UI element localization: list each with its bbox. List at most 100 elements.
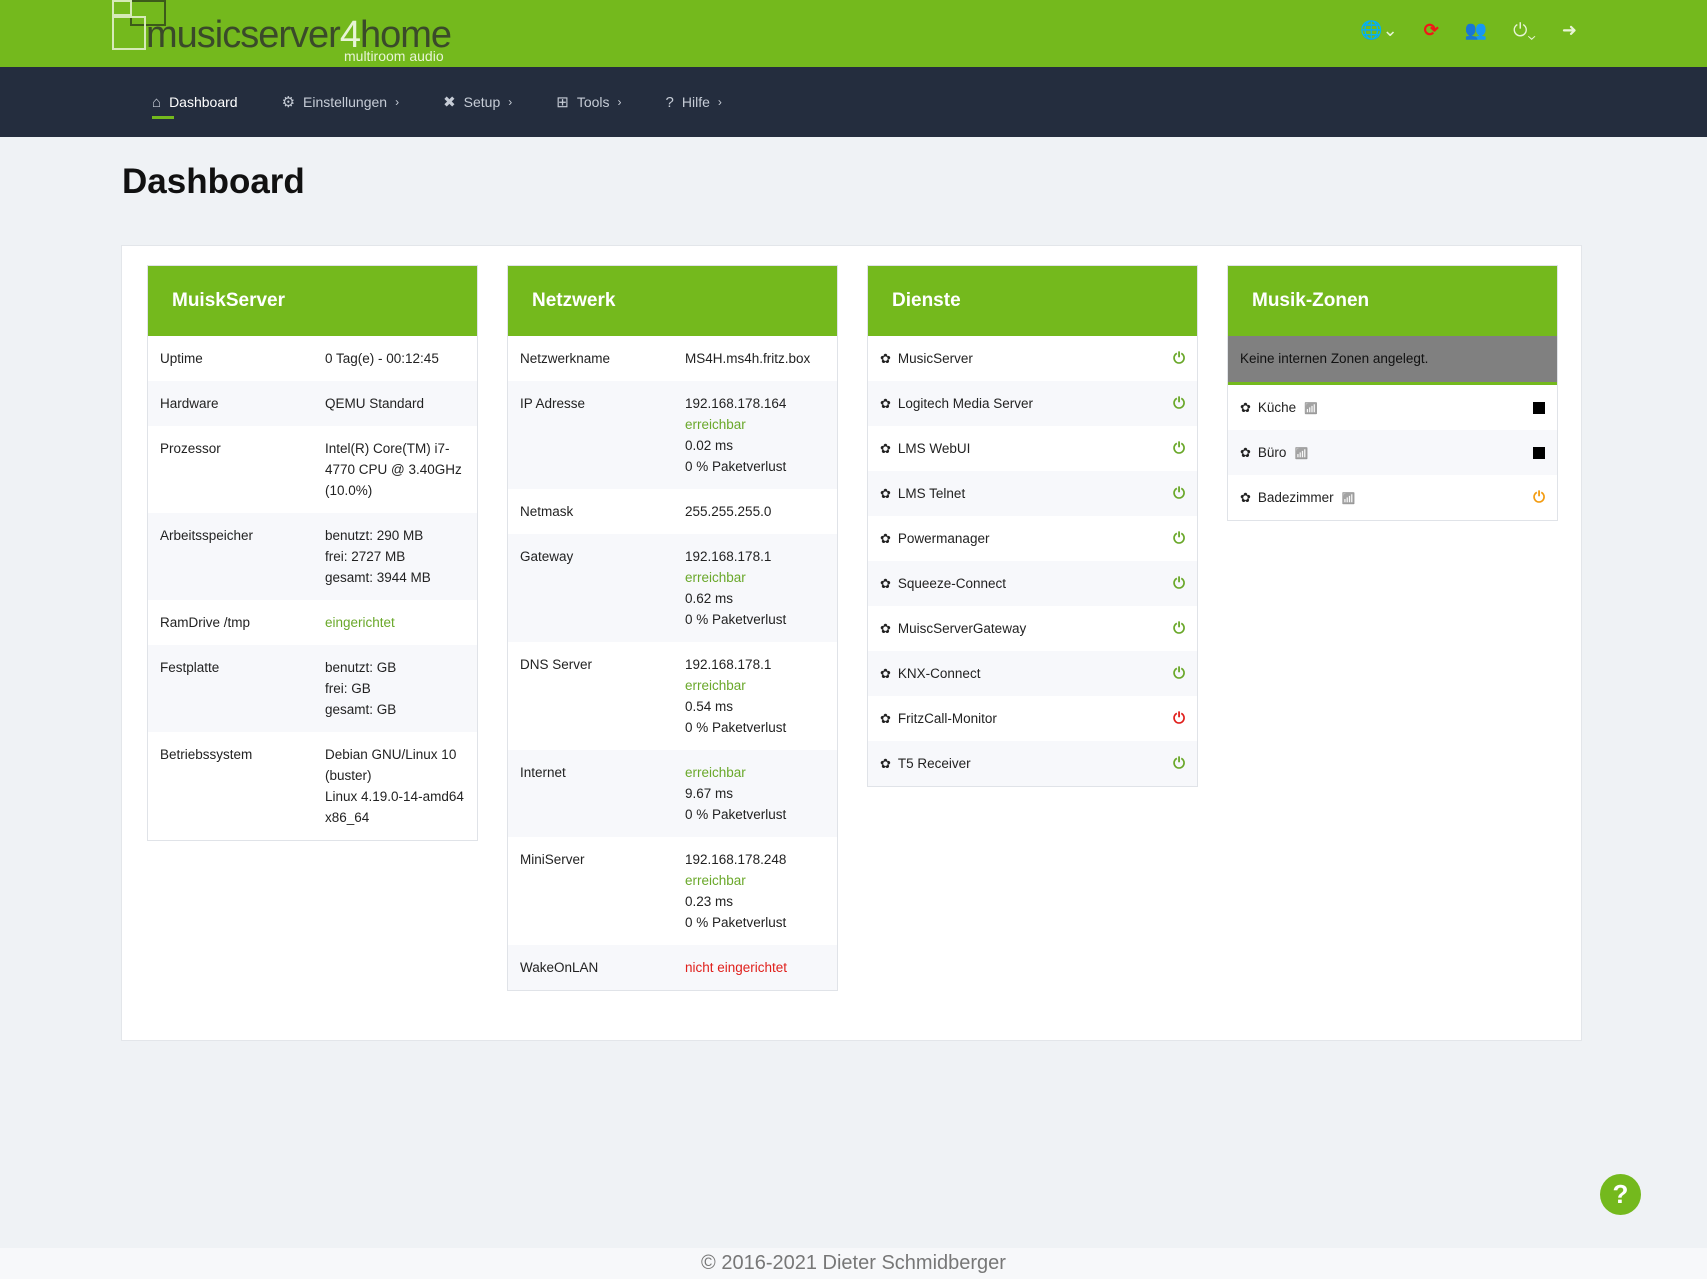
nav-icon: ✖ xyxy=(443,94,456,111)
nav-label: Tools xyxy=(576,94,610,110)
row-value: 192.168.178.1 erreichbar 0.62 ms 0 % Paketv… xyxy=(685,546,825,630)
nav-item-dashboard[interactable]: ⌂ Dashboard xyxy=(152,67,238,137)
value-line: QEMU Standard xyxy=(325,396,425,411)
row-label: Netzwerkname xyxy=(520,351,611,366)
nav-label: Hilfe xyxy=(681,94,710,110)
row-label: Betriebssystem xyxy=(160,747,253,762)
gear-icon[interactable]: ✿ xyxy=(880,396,891,412)
gear-icon[interactable]: ✿ xyxy=(880,441,891,457)
power-icon[interactable]: ⏻ xyxy=(1173,350,1185,367)
refresh-icon[interactable]: ⟳ xyxy=(1424,20,1439,41)
network-panel: Netzwerk Netzwerkname MS4H.ms4h.fritz.box… xyxy=(507,265,838,991)
power-icon[interactable]: ⏻ xyxy=(1173,710,1185,727)
gear-icon[interactable]: ✿ xyxy=(880,711,891,727)
power-icon[interactable]: ⏻ xyxy=(1173,620,1185,637)
zone-row: ✿ Badezimmer 📶 ⏻ xyxy=(1228,475,1557,520)
value-line: 0 % Paketverlust xyxy=(685,612,787,627)
power-icon[interactable]: ⏻ xyxy=(1173,485,1185,502)
info-row: Prozessor Intel(R) Core(TM) i7-4770 CPU @… xyxy=(148,426,477,513)
nav-item-hilfe[interactable]: ? Hilfe › xyxy=(666,67,722,137)
service-row: ✿ MusicServer ⏻ xyxy=(868,336,1197,381)
value-line: frei: GB xyxy=(325,681,371,696)
nav-icon: ? xyxy=(665,93,674,111)
power-icon[interactable]: ⏻ xyxy=(1173,395,1185,412)
value-line: benutzt: GB xyxy=(325,660,397,675)
footer: © 2016-2021 Dieter Schmidberger xyxy=(0,1248,1707,1279)
power-icon[interactable]: ⏻ xyxy=(1173,575,1185,592)
service-row: ✿ KNX-Connect ⏻ xyxy=(868,651,1197,696)
value-line: 0 % Paketverlust xyxy=(685,459,787,474)
service-name: Powermanager xyxy=(897,531,990,546)
row-label: DNS Server xyxy=(520,657,593,672)
info-row: Netzwerkname MS4H.ms4h.fritz.box xyxy=(508,336,837,381)
page-title: Dashboard xyxy=(122,162,305,201)
value-line: erreichbar xyxy=(685,570,746,585)
power-icon[interactable]: ⏻ xyxy=(1173,530,1185,547)
power-icon[interactable]: ⏻ xyxy=(1173,755,1185,772)
wifi-icon: 📶 xyxy=(1294,448,1309,460)
logo[interactable]: musicserver4home multiroom audio xyxy=(112,0,452,67)
stop-icon[interactable] xyxy=(1533,401,1545,414)
power-menu-icon[interactable]: ⏻⌄ xyxy=(1513,20,1536,41)
value-line: 255.255.255.0 xyxy=(685,504,772,519)
zone-name: Küche 📶 xyxy=(1258,400,1533,415)
wifi-icon: 📶 xyxy=(1341,493,1356,505)
row-value: 192.168.178.164 erreichbar 0.02 ms 0 % Pake… xyxy=(685,393,825,477)
value-line: gesamt: 3944 MB xyxy=(325,570,431,585)
value-line: 0.02 ms xyxy=(685,438,734,453)
nav-label: Einstellungen xyxy=(303,94,388,110)
row-label: Internet xyxy=(520,765,566,780)
main-nav: ⌂ Dashboard ⚙ Einstellungen › ✖ Setup › ⊞ Tools ›?… xyxy=(0,67,1707,137)
help-button[interactable]: ? xyxy=(1600,1174,1641,1215)
value-line: gesamt: GB xyxy=(325,702,397,717)
chevron-right-icon: › xyxy=(717,95,722,109)
zones-panel: Musik-Zonen Keine internen Zonen angeleg… xyxy=(1227,265,1558,521)
gear-icon[interactable]: ✿ xyxy=(880,531,891,547)
service-name: Logitech Media Server xyxy=(897,396,1033,411)
logout-icon[interactable]: ➜ xyxy=(1562,20,1577,41)
row-value: benutzt: 290 MB frei: 2727 MB gesamt: 3944… xyxy=(325,525,465,588)
value-line: erreichbar xyxy=(685,873,746,888)
nav-item-setup[interactable]: ✖ Setup › xyxy=(443,67,512,137)
nav-item-einstellungen[interactable]: ⚙ Einstellungen › xyxy=(282,67,400,137)
row-label: Festplatte xyxy=(160,660,220,675)
nav-label: Setup xyxy=(463,94,501,110)
value-line: Debian GNU/Linux 10 (buster) xyxy=(325,747,457,783)
gear-icon[interactable]: ✿ xyxy=(880,666,891,682)
value-line: 0 % Paketverlust xyxy=(685,807,787,822)
power-icon[interactable]: ⏻ xyxy=(1173,440,1185,457)
value-line: 192.168.178.1 xyxy=(685,549,772,564)
row-value: erreichbar 9.67 ms 0 % Paketverlust xyxy=(685,762,825,825)
row-value: 192.168.178.1 erreichbar 0.54 ms 0 % Paketv… xyxy=(685,654,825,738)
stop-icon[interactable] xyxy=(1533,446,1545,459)
nav-item-tools[interactable]: ⊞ Tools › xyxy=(556,67,621,137)
value-line: 0 % Paketverlust xyxy=(685,915,787,930)
service-name: Squeeze-Connect xyxy=(897,576,1006,591)
gear-icon[interactable]: ✿ xyxy=(1240,445,1251,461)
gear-icon[interactable]: ✿ xyxy=(1240,400,1251,416)
gear-icon[interactable]: ✿ xyxy=(880,576,891,592)
row-value: Intel(R) Core(TM) i7-4770 CPU @ 3.40GHz … xyxy=(325,438,465,501)
gear-icon[interactable]: ✿ xyxy=(1240,490,1251,506)
row-label: RamDrive /tmp xyxy=(160,615,251,630)
chevron-right-icon: › xyxy=(508,95,513,109)
info-row: Hardware QEMU Standard xyxy=(148,381,477,426)
users-settings-icon[interactable]: 👥 xyxy=(1465,20,1487,41)
gear-icon[interactable]: ✿ xyxy=(880,486,891,502)
zones-notice: Keine internen Zonen angelegt. xyxy=(1228,336,1557,385)
service-name: LMS WebUI xyxy=(897,441,971,456)
power-icon[interactable]: ⏻ xyxy=(1533,489,1545,506)
power-icon[interactable]: ⏻ xyxy=(1173,665,1185,682)
row-label: MiniServer xyxy=(520,852,585,867)
zone-label: Büro xyxy=(1257,445,1287,460)
gear-icon[interactable]: ✿ xyxy=(880,756,891,772)
service-name: T5 Receiver xyxy=(897,756,971,771)
gear-icon[interactable]: ✿ xyxy=(880,621,891,637)
value-line: erreichbar xyxy=(685,678,746,693)
service-row: ✿ FritzCall-Monitor ⏻ xyxy=(868,696,1197,741)
language-globe-icon[interactable]: 🌐⌄ xyxy=(1360,20,1398,41)
info-row: Arbeitsspeicher benutzt: 290 MB frei: 2727… xyxy=(148,513,477,600)
row-value: 255.255.255.0 xyxy=(685,501,825,522)
gear-icon[interactable]: ✿ xyxy=(880,351,891,367)
service-name: KNX-Connect xyxy=(897,666,981,681)
